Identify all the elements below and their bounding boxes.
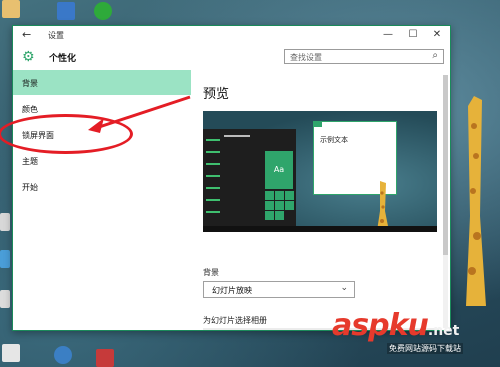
preview-tile bbox=[265, 201, 274, 210]
minimize-button[interactable]: — bbox=[378, 28, 398, 42]
desktop-wifi-icon[interactable] bbox=[54, 346, 72, 364]
preview-start-line bbox=[206, 151, 220, 153]
preview-start-line bbox=[206, 175, 220, 177]
preview-start-line bbox=[224, 135, 250, 137]
preview-tile bbox=[285, 191, 294, 200]
preview-tile bbox=[275, 211, 284, 220]
close-button[interactable]: ✕ bbox=[427, 28, 447, 42]
preview-tile bbox=[265, 211, 274, 220]
preview-tile-large: Aa bbox=[265, 151, 293, 189]
preview-sample-text: 示例文本 bbox=[320, 136, 348, 144]
preview-start-line bbox=[206, 199, 220, 201]
search-placeholder: 查找设置 bbox=[290, 53, 322, 62]
preview-taskbar bbox=[203, 226, 437, 232]
preview-start-menu: Aa bbox=[203, 129, 296, 232]
watermark-suffix: .net bbox=[427, 323, 460, 339]
preview-sample-accent bbox=[314, 122, 322, 127]
preview-start-line bbox=[206, 139, 220, 141]
search-input[interactable]: 查找设置 ⌕ bbox=[284, 49, 444, 64]
scrollbar[interactable] bbox=[443, 75, 448, 328]
desktop-bottom-icon[interactable] bbox=[96, 349, 114, 367]
preview-tile bbox=[275, 191, 284, 200]
watermark-main: aspku bbox=[332, 308, 429, 343]
preview-start-line bbox=[206, 163, 220, 165]
background-dropdown-value: 幻灯片放映 bbox=[212, 286, 252, 295]
preview-tile bbox=[265, 191, 274, 200]
album-heading: 为幻灯片选择相册 bbox=[203, 316, 267, 325]
desktop-side-icon[interactable] bbox=[0, 213, 10, 231]
main-content: 预览 Aa 示例文本 背景 幻灯片放映 ⌄ 为幻灯片选择相册 bbox=[191, 70, 450, 330]
preview-tile bbox=[285, 201, 294, 210]
scrollbar-thumb[interactable] bbox=[443, 75, 448, 255]
desktop-bottom-icon[interactable] bbox=[2, 344, 20, 362]
annotation-arrow bbox=[88, 95, 191, 133]
watermark-logo: aspku.net bbox=[332, 308, 459, 343]
watermark-subtitle: 免费网站源码下载站 bbox=[387, 343, 463, 354]
preview-giraffe bbox=[377, 181, 389, 231]
maximize-button[interactable]: ☐ bbox=[403, 28, 423, 42]
preview-tile bbox=[275, 201, 284, 210]
chevron-down-icon: ⌄ bbox=[340, 283, 348, 293]
search-icon[interactable]: ⌕ bbox=[432, 50, 438, 61]
giraffe-wallpaper bbox=[466, 96, 486, 306]
background-dropdown[interactable]: 幻灯片放映 ⌄ bbox=[203, 281, 355, 298]
preview-heading: 预览 bbox=[203, 87, 230, 102]
preview-start-line bbox=[206, 211, 220, 213]
preview-start-line bbox=[206, 187, 220, 189]
preview-image: Aa 示例文本 bbox=[203, 111, 437, 232]
desktop-side-icon[interactable] bbox=[0, 250, 10, 268]
background-label: 背景 bbox=[203, 268, 219, 277]
desktop-side-icon[interactable] bbox=[0, 290, 10, 308]
